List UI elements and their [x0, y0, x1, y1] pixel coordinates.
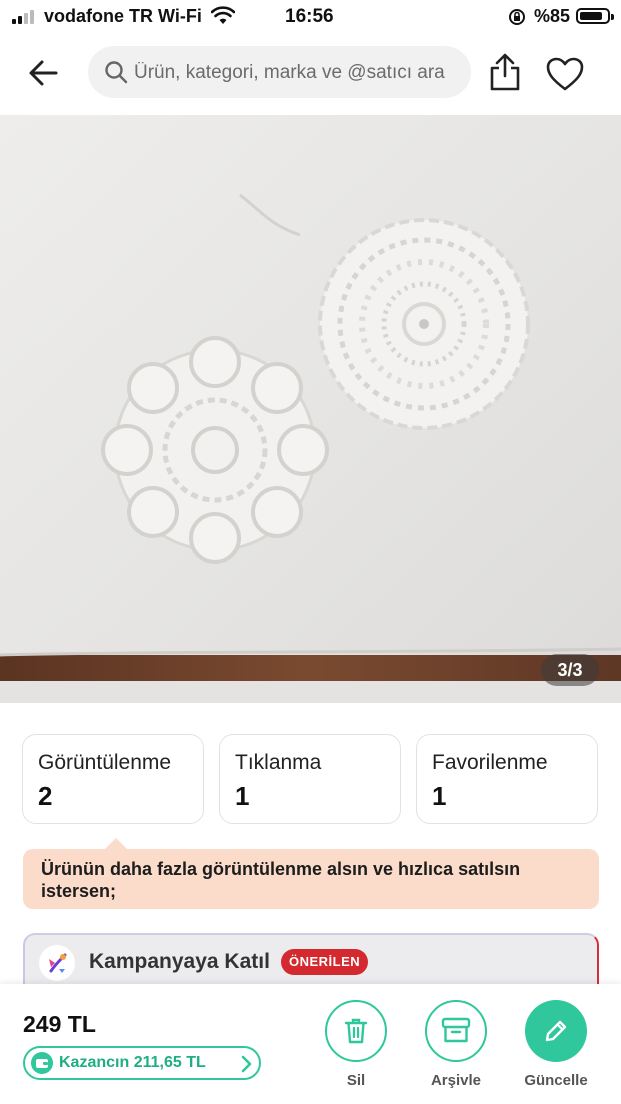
image-pager-counter: 3/3: [541, 654, 599, 686]
carrier-label: vodafone TR Wi-Fi: [44, 6, 202, 26]
archive-label: Arşivle: [430, 1072, 482, 1089]
pencil-icon: [545, 1020, 567, 1042]
price: 249 TL: [23, 1011, 96, 1037]
signal-icon: [12, 10, 34, 24]
stat-card-favorites: Favorilenme 1: [416, 734, 598, 824]
archive-icon: [441, 1017, 471, 1043]
stat-value: 1: [235, 781, 250, 811]
stat-label: Tıklanma: [235, 751, 322, 774]
promo-text: Ürünün daha fazla görüntülenme alsın ve …: [41, 859, 521, 901]
stat-card-views: Görüntülenme 2: [22, 734, 204, 824]
stat-value: 2: [38, 781, 53, 811]
recommended-badge: ÖNERİLEN: [281, 949, 369, 975]
update-button[interactable]: [525, 1000, 587, 1062]
campaign-title: Kampanyaya Katıl: [89, 950, 270, 973]
search-input[interactable]: [132, 46, 466, 100]
product-photo-graphic: [0, 115, 621, 703]
battery-icon: [576, 8, 614, 24]
campaign-logo-icon: [39, 945, 75, 981]
product-image[interactable]: [0, 115, 621, 703]
stat-label: Görüntülenme: [38, 751, 172, 774]
battery-percent: %85: [534, 6, 571, 26]
delete-button[interactable]: [325, 1000, 387, 1062]
wallet-icon: [31, 1052, 53, 1074]
stat-card-clicks: Tıklanma 1: [219, 734, 401, 824]
back-arrow-icon[interactable]: [26, 56, 64, 90]
share-icon[interactable]: [488, 52, 522, 92]
search-icon: [105, 61, 128, 84]
clock: 16:56: [285, 6, 334, 27]
delete-label: Sil: [346, 1072, 366, 1089]
trash-icon: [344, 1018, 368, 1044]
search-bar[interactable]: [88, 46, 471, 100]
favorite-heart-icon[interactable]: [545, 56, 585, 92]
orientation-lock-icon: [509, 9, 525, 25]
stat-label: Favorilenme: [432, 751, 548, 774]
chevron-right-icon: [241, 1055, 252, 1073]
stat-value: 1: [432, 781, 447, 811]
archive-button[interactable]: [425, 1000, 487, 1062]
update-label: Güncelle: [524, 1072, 588, 1089]
wifi-icon: [211, 6, 235, 24]
battery-fill: [580, 12, 602, 20]
earnings-text: Kazancın 211,65 TL: [59, 1054, 206, 1071]
status-bar: vodafone TR Wi-Fi 16:56 %85: [0, 0, 621, 34]
earnings-pill[interactable]: Kazancın 211,65 TL: [23, 1046, 261, 1080]
promo-banner: Ürünün daha fazla görüntülenme alsın ve …: [23, 849, 599, 909]
